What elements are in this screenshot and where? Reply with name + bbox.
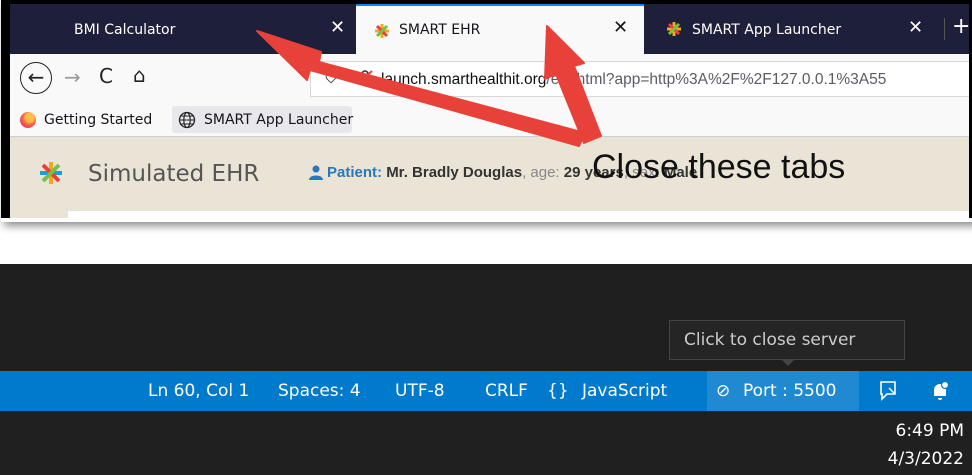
url-host: launch.smarthealthit.org	[381, 71, 547, 88]
tab-close-icon[interactable]: ✕	[330, 17, 345, 38]
url-bar[interactable]: ⛉ launch.smarthealthit.org/ehr.html?app=…	[310, 61, 969, 97]
reload-button[interactable]: C	[99, 64, 113, 88]
browser-screenshot: BMI Calculator ✕ SMART EHR ✕ SMART App L…	[1, 0, 972, 222]
ehr-title: Simulated EHR	[88, 161, 260, 187]
windows-taskbar: 6:49 PM 4/3/2022	[0, 411, 972, 475]
ehr-content-edge	[10, 211, 969, 218]
bookmark-smart-app-launcher[interactable]: SMART App Launcher	[204, 112, 353, 128]
port-button[interactable]: Port : 5500	[743, 381, 837, 401]
tab-smart-app-launcher[interactable]: SMART App Launcher ✕	[646, 4, 944, 54]
encoding[interactable]: UTF-8	[395, 381, 445, 401]
braces-icon: {}	[547, 381, 569, 401]
tab-label: BMI Calculator	[74, 22, 176, 38]
smart-logo-icon	[375, 24, 389, 38]
vscode-screenshot: Click to close server Ln 60, Col 1 Space…	[0, 264, 972, 475]
clock-date[interactable]: 4/3/2022	[888, 449, 964, 469]
shield-icon[interactable]: ⛉	[325, 68, 337, 88]
feedback-icon[interactable]	[878, 380, 898, 402]
cursor-position[interactable]: Ln 60, Col 1	[148, 381, 249, 401]
tooltip-pointer	[781, 359, 795, 366]
status-bar: Ln 60, Col 1 Spaces: 4 UTF-8 CRLF {} Jav…	[0, 371, 972, 411]
tab-close-icon[interactable]: ✕	[613, 17, 628, 38]
tooltip-text: Click to close server	[684, 330, 856, 350]
insecure-lock-icon[interactable]	[357, 69, 373, 85]
indentation[interactable]: Spaces: 4	[278, 381, 361, 401]
tab-smart-ehr[interactable]: SMART EHR ✕	[356, 4, 644, 54]
tab-separator	[944, 18, 945, 40]
no-entry-icon: ⊘	[716, 381, 731, 401]
url-text[interactable]: launch.smarthealthit.org/ehr.html?app=ht…	[381, 71, 886, 89]
patient-label: Patient:	[327, 164, 383, 181]
firefox-icon	[20, 112, 36, 128]
new-tab-button[interactable]: +	[952, 14, 970, 39]
tab-strip: BMI Calculator ✕ SMART EHR ✕ SMART App L…	[10, 4, 970, 54]
tab-label: SMART EHR	[399, 22, 481, 38]
patient-name: Mr. Bradly Douglas	[386, 164, 523, 181]
url-path: /ehr.html?app=http%3A%2F%2F127.0.0.1%3A5…	[546, 71, 887, 88]
ehr-sidebar-edge	[10, 211, 68, 218]
annotation-text: Close these tabs	[592, 148, 846, 186]
line-ending[interactable]: CRLF	[485, 381, 528, 401]
age-label: , age:	[522, 164, 564, 181]
tab-label: SMART App Launcher	[692, 22, 842, 38]
language-mode[interactable]: JavaScript	[582, 381, 667, 401]
tab-close-icon[interactable]: ✕	[908, 17, 923, 38]
clock-time[interactable]: 6:49 PM	[896, 421, 965, 441]
home-button[interactable]: ⌂	[133, 63, 146, 87]
back-button[interactable]: ←	[20, 62, 52, 94]
forward-button[interactable]: →	[64, 65, 81, 89]
bookmark-getting-started[interactable]: Getting Started	[44, 112, 152, 128]
tab-bmi-calculator[interactable]: BMI Calculator ✕	[10, 4, 355, 54]
bookmarks-toolbar: Getting Started SMART App Launcher	[10, 104, 969, 137]
notifications-bell-icon[interactable]	[930, 380, 950, 402]
tooltip: Click to close server	[669, 320, 905, 360]
navigation-toolbar: ← → C ⌂ ⛉ launch.smarthealthit.org/ehr.h…	[10, 54, 969, 104]
person-icon	[309, 165, 323, 180]
smart-logo-icon	[667, 22, 681, 36]
smart-ehr-logo	[40, 162, 62, 184]
globe-icon	[178, 111, 196, 129]
